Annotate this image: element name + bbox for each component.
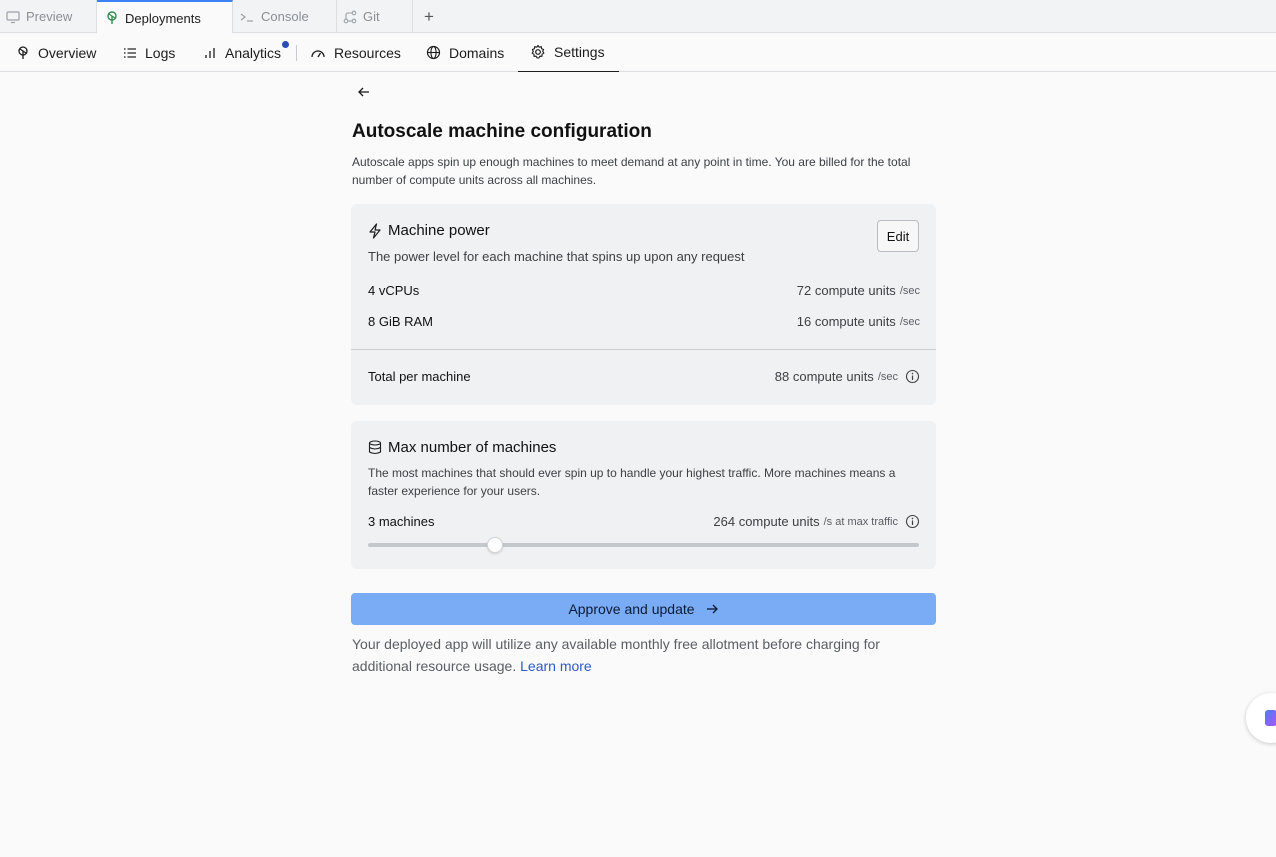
deployments-icon [18,45,28,59]
terminal-icon [240,13,253,22]
max-machines-title: Max number of machines [368,439,556,456]
gear-icon [531,44,545,59]
deployment-nav: Overview Logs Analytics Resources Domain… [0,33,1276,72]
max-traffic-units: 264 compute units [713,514,820,529]
notification-dot [282,41,289,48]
max-machines-description: The most machines that should ever spin … [368,466,896,498]
edit-button[interactable]: Edit [877,220,919,252]
globe-icon [426,45,441,60]
nav-divider [296,45,297,61]
approve-label: Approve and update [568,601,695,617]
arrow-right-icon [706,604,718,614]
tab-label: Deployments [125,10,201,26]
machine-power-description: The power level for each machine that sp… [368,249,745,264]
card-title-text: Max number of machines [388,439,557,456]
nav-label: Logs [145,44,176,61]
database-icon [368,440,382,455]
add-tab-button[interactable]: + [414,0,444,33]
list-icon [124,47,136,58]
machines-slider-thumb[interactable] [486,537,503,553]
billing-note-text: Your deployed app will utilize any avail… [352,636,880,674]
cpu-value: 72 compute units/sec [797,283,920,298]
total-label: Total per machine [368,369,471,384]
tab-git[interactable]: Git [337,0,413,33]
nav-settings[interactable]: Settings [518,33,619,72]
ram-label: 8 GiB RAM [368,314,434,329]
lightning-icon [369,222,381,239]
machines-slider-track[interactable] [368,543,919,547]
total-value: 88 compute units/sec [775,369,920,384]
tab-label: Console [261,9,309,24]
page-title: Autoscale machine configuration [352,121,652,142]
unit-label: /s at max traffic [823,515,898,528]
billing-note: Your deployed app will utilize any avail… [352,633,932,677]
git-icon [343,10,357,23]
nav-logs[interactable]: Logs [123,33,175,72]
arrow-left-icon [358,87,369,97]
monitor-icon [6,10,20,23]
tab-deployments[interactable]: Deployments [97,0,233,34]
card-title-text: Machine power [388,222,490,239]
ram-value: 16 compute units/sec [797,314,920,329]
bar-chart-icon [205,47,215,58]
tab-console[interactable]: Console [233,0,337,33]
cpu-units: 72 compute units [796,283,896,298]
total-units: 88 compute units [774,369,874,384]
nav-resources[interactable]: Resources [310,33,401,72]
info-icon[interactable] [905,514,920,529]
machine-count-label: 3 machines [368,514,435,529]
max-machines-card: Max number of machines The most machines… [351,421,936,569]
machine-power-title: Machine power [368,222,490,239]
tab-preview[interactable]: Preview [0,0,97,33]
card-divider [351,349,936,350]
unit-label: /sec [877,370,898,383]
max-traffic-value: 264 compute units/s at max traffic [713,514,920,529]
unit-label: /sec [899,284,920,297]
tab-label: Preview [26,9,73,24]
page-subtitle: Autoscale apps spin up enough machines t… [352,155,911,187]
back-button[interactable] [354,82,374,102]
nav-label: Resources [334,44,401,61]
ram-units: 16 compute units [796,314,896,329]
nav-label: Analytics [225,44,282,61]
nav-analytics[interactable]: Analytics [203,33,281,72]
deployments-icon [107,11,117,24]
nav-label: Overview [38,44,97,61]
nav-overview[interactable]: Overview [16,33,96,72]
unit-label: /sec [899,315,920,328]
assistant-button[interactable] [1246,693,1276,743]
gauge-icon [311,49,325,57]
cpu-label: 4 vCPUs [368,283,420,298]
machine-power-card: Machine power Edit The power level for e… [351,204,936,405]
nav-domains[interactable]: Domains [426,33,504,72]
assistant-icon [1265,710,1276,726]
tab-label: Git [363,9,380,24]
workspace-tab-bar: Preview Deployments Console Git + [0,0,1276,34]
approve-update-button[interactable]: Approve and update [351,593,936,625]
learn-more-link[interactable]: Learn more [520,658,592,674]
nav-label: Settings [554,44,605,60]
info-icon[interactable] [905,369,920,384]
nav-label: Domains [449,44,505,61]
